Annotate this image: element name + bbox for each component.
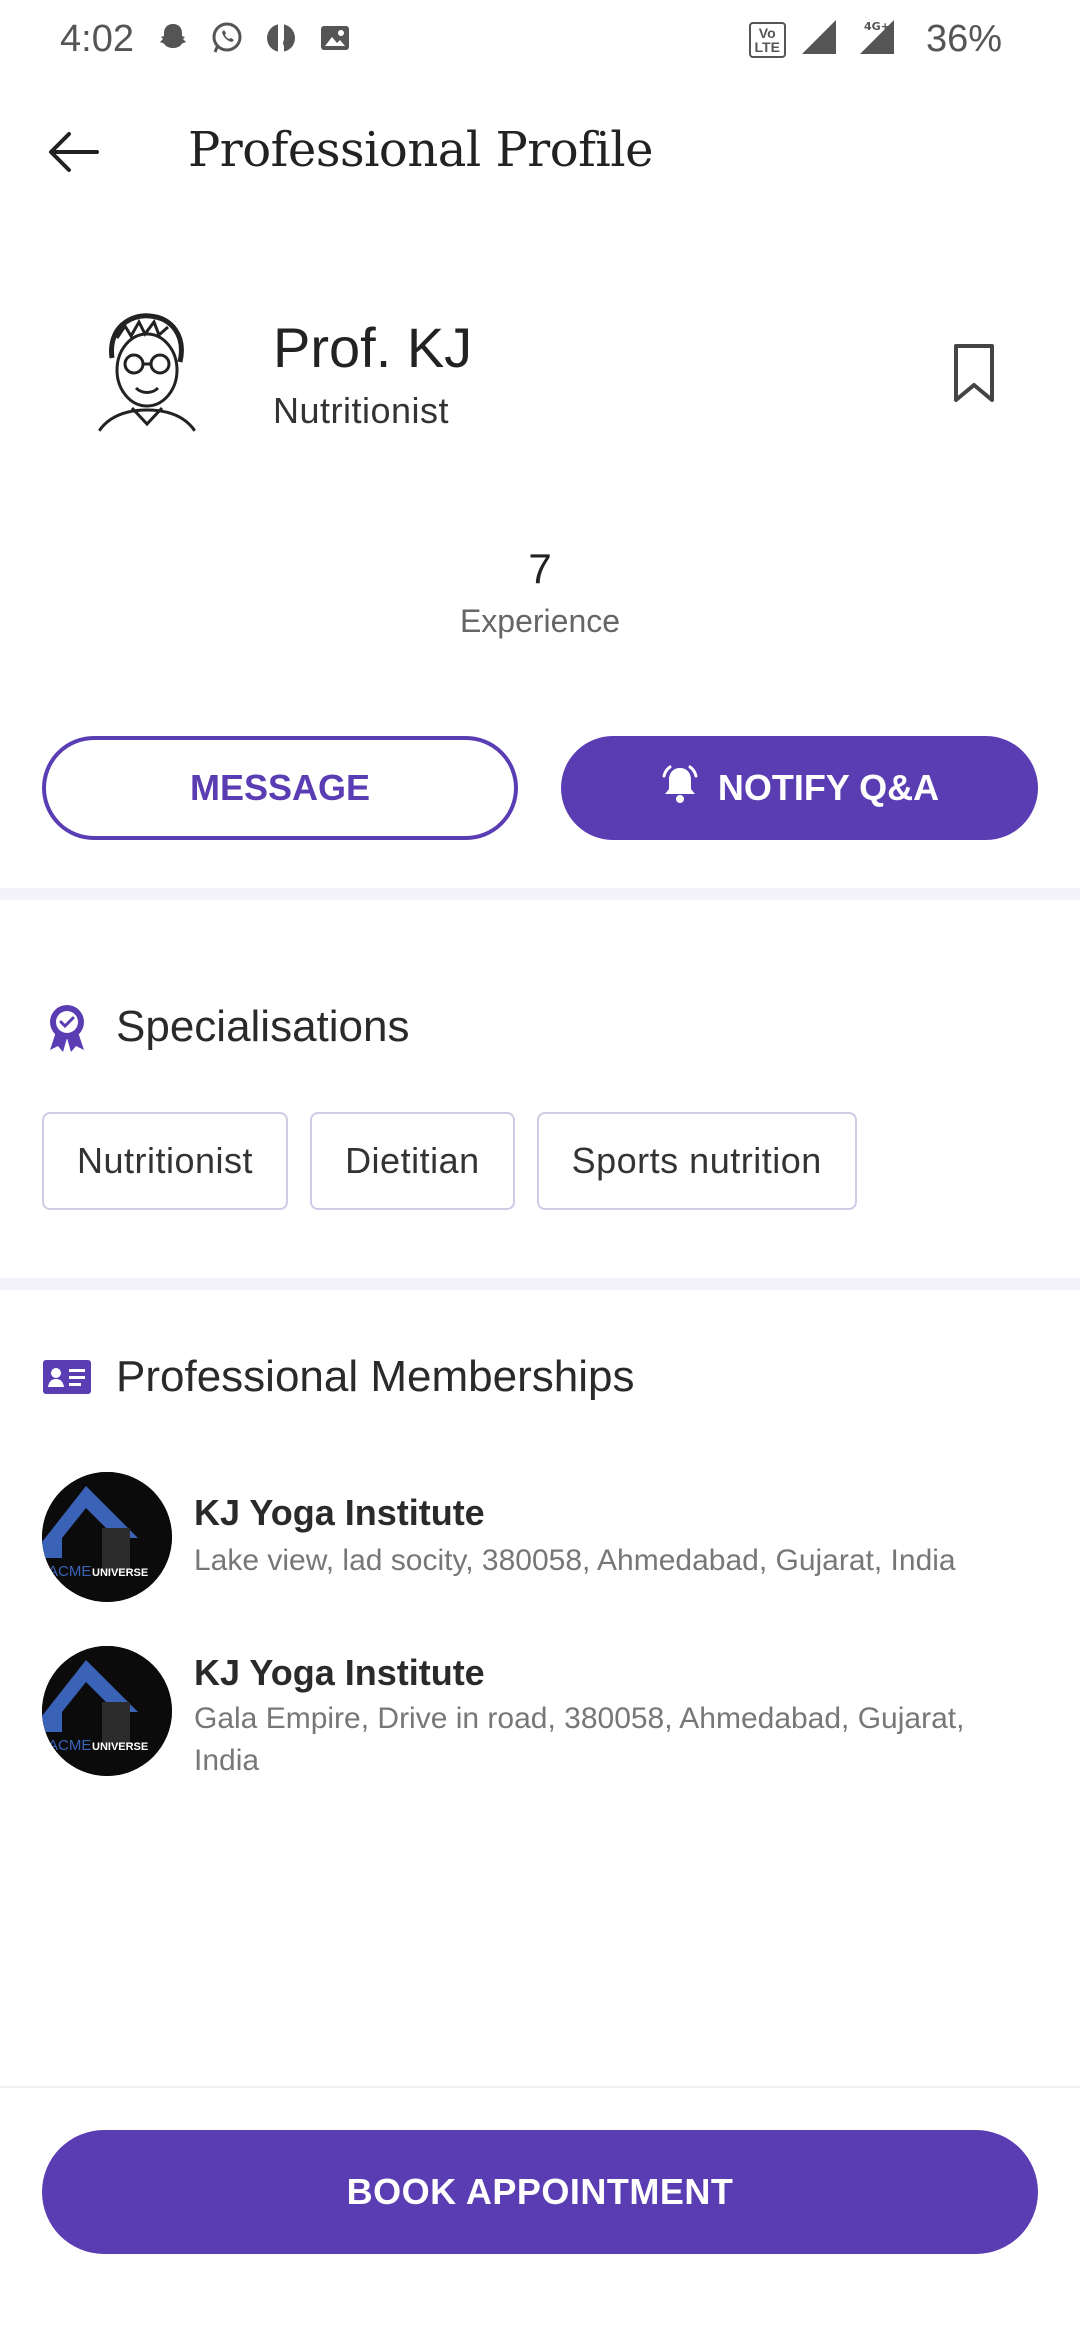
membership-address: Gala Empire, Drive in road, 380058, Ahme… (194, 1702, 965, 1777)
bookmark-button[interactable] (946, 340, 1002, 410)
specialisation-chips: Nutritionist Dietitian Sports nutrition (42, 1112, 857, 1210)
battery-percent: 36% (925, 18, 1002, 60)
arrow-left-icon (47, 130, 99, 179)
notify-qa-button[interactable]: NOTIFY Q&A (561, 736, 1038, 840)
chip-specialisation[interactable]: Dietitian (310, 1112, 515, 1210)
volte-icon: Vo LTE (748, 21, 786, 58)
status-time: 4:02 (60, 18, 134, 60)
experience-value: 7 (528, 545, 552, 592)
chip-specialisation[interactable]: Nutritionist (42, 1112, 289, 1210)
profile-name: Prof. KJ (273, 316, 473, 379)
membership-item[interactable]: ACME UNIVERSE KJ Yoga Institute Lake vie… (42, 1472, 1042, 1622)
logo-text: ACME (48, 1563, 91, 1580)
notify-button-label: NOTIFY Q&A (717, 767, 940, 808)
avatar (72, 298, 222, 448)
snapchat-icon (155, 20, 191, 56)
section-divider (0, 1278, 1080, 1290)
id-card-icon (42, 1352, 92, 1402)
app-header: Professional Profile (0, 100, 1080, 210)
book-appointment-label: BOOK APPOINTMENT (346, 2171, 734, 2212)
membership-address: Lake view, lad socity, 380058, Ahmedabad… (194, 1544, 956, 1577)
section-divider (0, 888, 1080, 900)
whatsapp-icon (209, 20, 245, 56)
svg-text:4G+: 4G+ (864, 20, 890, 33)
back-button[interactable] (38, 122, 108, 186)
memberships-title: Professional Memberships (116, 1352, 635, 1401)
specialisations-title: Specialisations (116, 1002, 410, 1051)
bookmark-icon (953, 343, 995, 408)
membership-name: KJ Yoga Institute (194, 1652, 485, 1693)
status-right: Vo LTE 4G+ 36% (748, 18, 1002, 61)
svg-text:UNIVERSE: UNIVERSE (92, 1567, 148, 1579)
message-button[interactable]: MESSAGE (42, 736, 518, 840)
status-bar: 4:02 Vo LTE 4G+ 36% (0, 0, 1080, 82)
institute-logo: ACME UNIVERSE (42, 1472, 172, 1602)
gallery-icon (317, 20, 353, 56)
badge-icon (42, 1002, 92, 1052)
institute-logo: ACME UNIVERSE (42, 1646, 172, 1776)
message-button-label: MESSAGE (189, 767, 371, 808)
bell-icon (660, 764, 700, 813)
app-icon (263, 20, 299, 56)
svg-text:UNIVERSE: UNIVERSE (92, 1741, 148, 1753)
membership-item[interactable]: ACME UNIVERSE KJ Yoga Institute Gala Emp… (42, 1646, 1042, 1816)
svg-text:ACME: ACME (48, 1737, 91, 1754)
notification-icons (155, 20, 353, 56)
page-title: Professional Profile (188, 122, 653, 178)
signal-icon (800, 18, 838, 61)
chip-specialisation[interactable]: Sports nutrition (536, 1112, 857, 1210)
experience-label: Experience (459, 603, 621, 639)
profile-role: Nutritionist (273, 390, 450, 431)
membership-name: KJ Yoga Institute (194, 1492, 485, 1533)
signal-4g-icon: 4G+ (852, 18, 896, 61)
book-appointment-button[interactable]: BOOK APPOINTMENT (42, 2130, 1038, 2254)
